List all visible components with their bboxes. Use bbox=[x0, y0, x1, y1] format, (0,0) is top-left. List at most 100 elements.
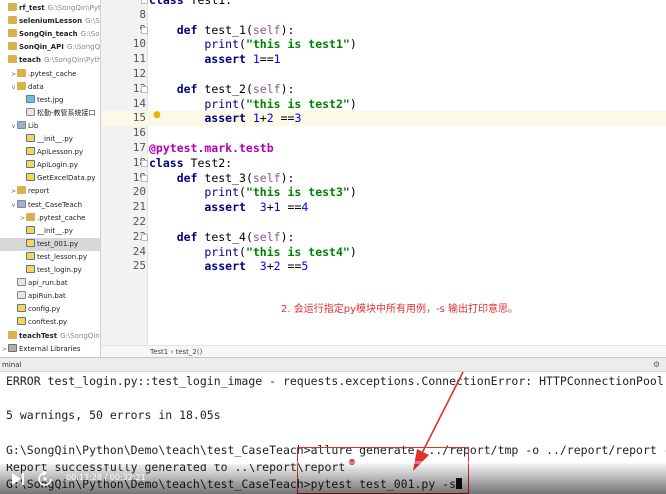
tree-item-label: test_login.py bbox=[37, 266, 82, 274]
fold-icon[interactable] bbox=[141, 159, 148, 167]
code-token: ): bbox=[280, 22, 295, 37]
code-line[interactable]: 22 bbox=[101, 215, 666, 230]
code-token: 5 bbox=[301, 259, 309, 274]
progress-fill bbox=[0, 461, 278, 464]
gear-icon[interactable]: ⚙ bbox=[653, 358, 660, 372]
code-line[interactable]: 10 print("this is test1") bbox=[101, 37, 666, 52]
chevron-right-icon[interactable]: > bbox=[1, 343, 8, 356]
line-number: 16 bbox=[132, 126, 146, 140]
code-token: ): bbox=[280, 229, 295, 244]
tree-item[interactable]: ApiLesson.py bbox=[0, 146, 100, 159]
tree-item[interactable]: v data bbox=[0, 81, 100, 94]
code-line[interactable]: 9 def test_1(self): bbox=[101, 23, 666, 38]
fold-icon[interactable] bbox=[141, 26, 148, 34]
code-text: class Test1: bbox=[149, 0, 232, 8]
code-text: assert 3+1 ==4 bbox=[149, 200, 308, 215]
code-line[interactable]: 12 bbox=[101, 67, 666, 82]
code-editor[interactable]: 7class Test1:89 def test_1(self):10 prin… bbox=[101, 0, 666, 357]
code-line[interactable]: 7class Test1: bbox=[101, 0, 666, 8]
lightbulb-icon[interactable]: ● bbox=[153, 110, 161, 120]
code-token: self bbox=[252, 22, 281, 37]
tree-item[interactable]: config.py bbox=[0, 303, 100, 316]
tree-item[interactable]: conftest.py bbox=[0, 316, 100, 329]
code-line[interactable]: 25 assert 3+2 ==5 bbox=[101, 259, 666, 274]
play-icon[interactable] bbox=[10, 471, 26, 487]
code-text: def test_3(self): bbox=[149, 170, 295, 186]
code-token: self bbox=[252, 170, 281, 185]
tree-item[interactable]: seleniumLessonG:\Song bbox=[0, 15, 100, 28]
tree-item[interactable]: SonQin_APIG:\SongQin\Py bbox=[0, 41, 100, 54]
code-token: @pytest.mark.testb bbox=[149, 141, 274, 155]
chevron-right-icon[interactable]: > bbox=[19, 212, 26, 225]
tree-item[interactable]: __init__.py bbox=[0, 225, 100, 238]
code-line[interactable]: 18 class Test2: bbox=[101, 156, 666, 171]
code-line[interactable]: 24 print("this is test4") bbox=[101, 245, 666, 260]
tree-item[interactable]: > External Libraries bbox=[0, 343, 100, 356]
line-number: 12 bbox=[132, 67, 146, 80]
tree-item[interactable]: v Lib bbox=[0, 120, 100, 133]
tree-item[interactable]: teach G:\SongQin\Pytho bbox=[0, 54, 100, 67]
code-token: test_1 bbox=[204, 22, 246, 37]
code-token: 1 bbox=[273, 200, 281, 215]
tree-item[interactable]: api_run.bat bbox=[0, 277, 100, 290]
tree-item[interactable]: ApiLogin.py bbox=[0, 159, 100, 172]
progress-track[interactable] bbox=[0, 461, 666, 464]
tree-item[interactable]: > .pytest_cache bbox=[0, 68, 100, 81]
code-line[interactable]: 17 @pytest.mark.testb bbox=[101, 141, 666, 156]
line-number: 21 bbox=[132, 200, 146, 214]
tree-item[interactable]: > .pytest_cache bbox=[0, 212, 100, 225]
line-number: 17 bbox=[132, 141, 146, 154]
fold-icon[interactable] bbox=[141, 85, 148, 93]
code-token: 2 bbox=[266, 111, 274, 126]
code-line[interactable]: 8 bbox=[101, 8, 666, 23]
fold-icon[interactable] bbox=[141, 0, 148, 4]
chevron-down-icon[interactable]: v bbox=[10, 81, 17, 94]
tree-item[interactable]: rf_testG:\SongQin\Pytho bbox=[0, 2, 100, 15]
code-line[interactable]: 14 print("this is test2") bbox=[101, 97, 666, 112]
code-token: 2 bbox=[273, 259, 281, 274]
chevron-right-icon[interactable]: > bbox=[10, 68, 17, 81]
tree-item[interactable]: GetExcelData.py bbox=[0, 172, 100, 185]
tree-item[interactable]: teachTestG:\SongQin\Py bbox=[0, 330, 100, 343]
tree-item[interactable]: apiRun.bat bbox=[0, 290, 100, 303]
breadcrumb[interactable]: Test1 › test_2() bbox=[101, 345, 666, 357]
code-line[interactable]: 11 assert 1==1 bbox=[101, 52, 666, 67]
line-number: 23 bbox=[132, 229, 146, 243]
lib-icon bbox=[8, 343, 17, 352]
tree-item[interactable]: test_login.py bbox=[0, 264, 100, 277]
tree-item[interactable]: test.jpg bbox=[0, 94, 100, 107]
chevron-right-icon[interactable]: > bbox=[10, 185, 17, 198]
tree-item[interactable]: 松勤-教管系统接口 bbox=[0, 107, 100, 120]
tree-item[interactable]: test_001.py bbox=[0, 237, 100, 251]
code-token: + bbox=[266, 259, 274, 274]
module-icon bbox=[17, 199, 26, 208]
tree-item-label: apiRun.bat bbox=[28, 292, 66, 301]
code-token: 3 bbox=[294, 111, 302, 126]
tree-item[interactable]: test_lesson.py bbox=[0, 251, 100, 264]
code-line[interactable]: 13 def test_2(self): bbox=[101, 82, 666, 97]
code-line[interactable]: 15 assert 1+2 ==3 bbox=[101, 111, 666, 127]
folder-icon bbox=[8, 3, 17, 11]
code-token: 1 bbox=[252, 111, 260, 126]
py-icon bbox=[26, 134, 35, 142]
chevron-down-icon[interactable]: v bbox=[10, 199, 17, 212]
code-line[interactable]: 21 assert 3+1 ==4 bbox=[101, 200, 666, 215]
bat-icon bbox=[17, 291, 26, 300]
py-icon bbox=[26, 173, 35, 182]
tree-item-label: test.jpg bbox=[37, 95, 64, 104]
code-line[interactable]: 16 bbox=[101, 126, 666, 141]
tree-item-path: G:\Song bbox=[85, 17, 100, 26]
chevron-down-icon[interactable]: v bbox=[10, 120, 17, 133]
fold-icon[interactable] bbox=[141, 233, 148, 241]
tree-item-label: ApiLesson.py bbox=[37, 148, 84, 157]
fold-icon[interactable] bbox=[141, 174, 148, 182]
tree-item[interactable]: > report bbox=[0, 185, 100, 198]
code-line[interactable]: 19 def test_3(self): bbox=[101, 171, 666, 186]
tree-item[interactable]: __init__.py bbox=[0, 133, 100, 146]
code-line[interactable]: 23 def test_4(self): bbox=[101, 230, 666, 245]
code-line[interactable]: 20 print("this is test3") bbox=[101, 185, 666, 200]
tree-item[interactable]: v test_CaseTeach bbox=[0, 199, 100, 212]
replay-icon[interactable] bbox=[36, 470, 54, 488]
tree-item[interactable]: SongQin_teachG:\SongQi bbox=[0, 28, 100, 41]
code-token: ( bbox=[239, 244, 246, 259]
